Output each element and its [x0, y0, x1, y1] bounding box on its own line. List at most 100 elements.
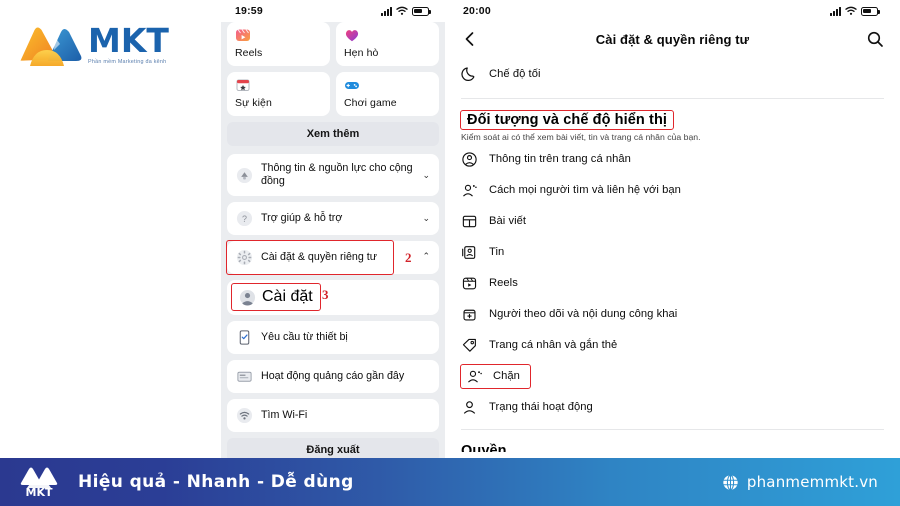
search-icon[interactable]	[866, 30, 884, 48]
audience-section-header: Đối tượng và chế độ hiển thị Kiểm soát a…	[445, 103, 900, 144]
right-status-bar: 20:00	[445, 0, 900, 22]
menu-item-active-status[interactable]: Trạng thái hoạt động	[445, 392, 900, 423]
device-request-icon	[239, 329, 250, 345]
footer-bar: MKT Hiệu quả - Nhanh - Dễ dùng phanmemmk…	[0, 458, 900, 506]
footer-logo-mark: MKT	[20, 467, 58, 499]
followers-icon	[463, 309, 476, 320]
menu-item-settings[interactable]: Cài đặt	[231, 283, 321, 311]
menu-item-stories[interactable]: Tin	[445, 237, 900, 268]
globe-icon	[723, 474, 738, 490]
profile-info-icon	[462, 151, 477, 167]
menu-item-find-wifi[interactable]: Tìm Wi-Fi	[227, 399, 439, 432]
menu-item-help[interactable]: ? Trợ giúp & hỗ trợ ⌄	[227, 202, 439, 235]
step-marker-2: 2	[405, 250, 412, 265]
reels-icon	[236, 29, 250, 41]
chevron-up-icon[interactable]: ⌃	[422, 251, 430, 262]
menu-item-settings-privacy[interactable]: Cài đặt & quyền riêng tư	[226, 240, 394, 275]
menu-group-ad-activity: Hoạt động quảng cáo gần đây	[227, 359, 439, 393]
menu-group-help: ? Trợ giúp & hỗ trợ ⌄	[227, 202, 439, 235]
shortcut-card-dating[interactable]: Hẹn hò	[336, 22, 439, 66]
audience-section-description: Kiểm soát ai có thể xem bài viết, tin và…	[461, 132, 701, 142]
permissions-divider	[461, 428, 884, 430]
menu-group-settings-privacy: Cài đặt & quyền riêng tư 2 ⌃	[226, 240, 439, 275]
wifi-icon	[845, 6, 857, 15]
chevron-down-icon[interactable]: ⌄	[422, 170, 430, 181]
footer-website[interactable]: phanmemmkt.vn	[722, 473, 878, 491]
game-controller-icon	[345, 82, 359, 89]
stories-icon	[462, 245, 476, 259]
menu-item-label: Cách mọi người tìm và liên hệ với bạn	[489, 184, 681, 196]
chevron-left-icon[interactable]	[461, 30, 479, 48]
menu-item-label: Yêu cầu từ thiết bị	[261, 330, 348, 343]
menu-item-label: Thông tin & nguồn lực cho cộng đồng	[261, 162, 413, 187]
menu-group-community: Thông tin & nguồn lực cho cộng đồng ⌄	[227, 154, 439, 196]
mkt-logo: MKT Phần mềm Marketing đa kênh	[14, 20, 194, 72]
menu-item-reels[interactable]: Reels	[445, 268, 900, 299]
menu-item-block[interactable]: Chặn	[460, 363, 531, 389]
signal-bars-icon	[830, 6, 841, 16]
brand-area: MKT Phần mềm Marketing đa kênh	[0, 0, 221, 458]
right-phone-panel: 20:00 Cài đặt & quyền riêng tư Chế độ tố…	[445, 0, 900, 452]
moon-icon	[461, 67, 475, 81]
menu-item-label: Hoạt động quảng cáo gần đây	[261, 369, 405, 382]
permissions-section-header: Quyền Quản lý thông tin nào mà Facebook …	[445, 434, 900, 453]
step-marker-3: 3	[322, 287, 329, 302]
menu-item-find-contact[interactable]: Cách mọi người tìm và liên hệ với bạn	[445, 175, 900, 206]
calendar-event-icon	[236, 79, 250, 91]
menu-item-dark-mode[interactable]: Chế độ tối	[445, 56, 900, 89]
menu-item-device-requests[interactable]: Yêu cầu từ thiết bị	[227, 321, 439, 354]
wifi-search-icon	[236, 407, 253, 423]
shortcut-label: Chơi game	[344, 97, 397, 109]
mkt-tagline: Phần mềm Marketing đa kênh	[88, 59, 167, 65]
question-mark-icon: ?	[236, 210, 253, 227]
tag-icon	[462, 338, 476, 352]
left-phone-panel: 19:59 Reels Hẹn hò Sự kiện Chơi game Xem…	[221, 0, 445, 458]
person-search-icon	[463, 184, 477, 197]
footer-slogan: Hiệu quả - Nhanh - Dễ dùng	[78, 472, 354, 492]
shortcut-card-reels[interactable]: Reels	[227, 22, 330, 66]
footer-logo-name: MKT	[26, 486, 53, 499]
menu-item-community[interactable]: Thông tin & nguồn lực cho cộng đồng ⌄	[227, 154, 439, 196]
shortcut-label: Reels	[235, 47, 263, 59]
section-divider	[461, 98, 884, 99]
block-person-icon	[468, 370, 482, 383]
gear-icon	[236, 249, 253, 266]
shortcut-row-2: Sự kiện Chơi game	[227, 72, 439, 116]
menu-group-device-requests: Yêu cầu từ thiết bị	[227, 320, 439, 354]
menu-item-followers[interactable]: Người theo dõi và nội dung công khai	[445, 299, 900, 330]
permissions-section-title: Quyền	[461, 442, 507, 453]
menu-item-posts[interactable]: Bài viết	[445, 206, 900, 237]
screenshot-root: MKT Phần mềm Marketing đa kênh 19:59 Ree…	[0, 0, 900, 506]
menu-item-profile-info[interactable]: Thông tin trên trang cá nhân	[445, 144, 900, 175]
community-icon	[236, 167, 253, 183]
right-page-title: Cài đặt & quyền riêng tư	[595, 31, 750, 47]
right-status-time: 20:00	[463, 5, 491, 17]
menu-item-label: Cài đặt	[262, 288, 313, 305]
menu-item-label: Cài đặt & quyền riêng tư	[261, 251, 377, 263]
active-status-icon	[463, 400, 476, 414]
menu-item-block-wrapper: Chặn	[445, 361, 900, 392]
audience-section-title: Đối tượng và chế độ hiển thị	[459, 110, 675, 130]
left-status-bar: 19:59	[221, 0, 445, 22]
menu-item-label: Trạng thái hoạt động	[489, 401, 593, 413]
left-status-time: 19:59	[235, 5, 263, 17]
menu-item-label: Thông tin trên trang cá nhân	[489, 153, 631, 165]
logout-button[interactable]: Đăng xuất	[227, 437, 439, 458]
reels-icon	[462, 277, 477, 289]
shortcut-card-games[interactable]: Chơi game	[336, 72, 439, 116]
chevron-down-icon[interactable]: ⌄	[422, 213, 430, 224]
battery-icon	[412, 6, 431, 16]
heart-icon	[345, 30, 359, 42]
see-more-button[interactable]: Xem thêm	[227, 122, 439, 146]
menu-item-label: Tin	[489, 246, 505, 258]
shortcut-card-events[interactable]: Sự kiện	[227, 72, 330, 116]
menu-item-profile-tagging[interactable]: Trang cá nhân và gắn thẻ	[445, 330, 900, 361]
footer-logo: MKT	[16, 464, 62, 500]
signal-bars-icon	[381, 6, 392, 16]
menu-item-ad-activity[interactable]: Hoạt động quảng cáo gần đây	[227, 360, 439, 393]
menu-item-label: Trang cá nhân và gắn thẻ	[489, 339, 618, 351]
svg-text:?: ?	[242, 214, 247, 224]
menu-item-label: Bài viết	[489, 215, 527, 227]
ad-activity-icon	[237, 371, 252, 382]
shortcut-row-1: Reels Hẹn hò	[227, 22, 439, 66]
